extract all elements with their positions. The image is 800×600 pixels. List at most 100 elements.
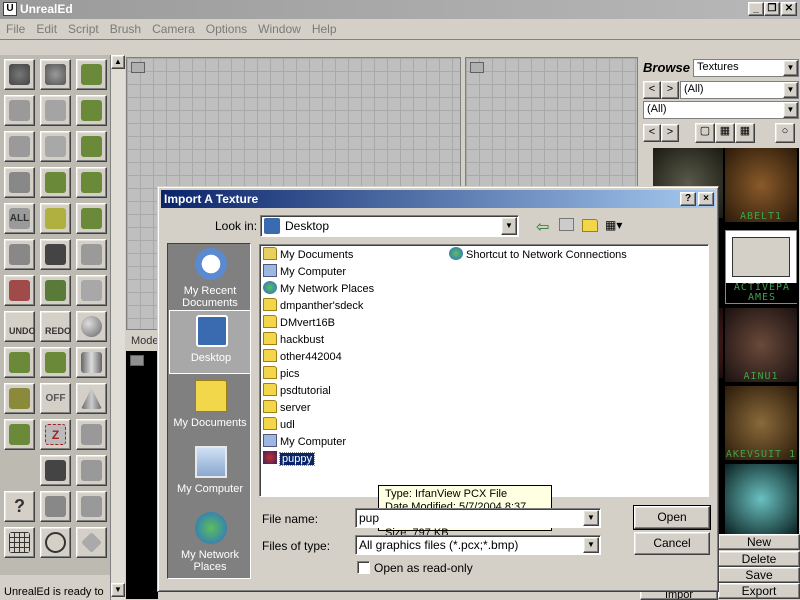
group-tool[interactable]	[40, 275, 71, 306]
face-drag-tool[interactable]	[76, 167, 107, 198]
chevron-down-icon[interactable]: ▼	[783, 60, 798, 76]
menu-file[interactable]: File	[0, 19, 30, 36]
list-item[interactable]: DMvert16B	[263, 315, 335, 331]
undo-button[interactable]: UNDO	[4, 311, 36, 342]
terrain-edit-tool[interactable]	[40, 347, 71, 378]
viewport-menu-icon[interactable]	[130, 355, 144, 366]
minimize-icon[interactable]: _	[748, 2, 764, 16]
viewport-perspective[interactable]	[126, 351, 158, 599]
cube-builder-tool[interactable]	[4, 131, 35, 162]
list-item[interactable]: My Computer	[263, 264, 346, 280]
view-grid-small-icon[interactable]: ▦	[735, 123, 755, 143]
snap-vertex-tool[interactable]	[4, 383, 35, 414]
prev-arrow-icon[interactable]: <	[643, 81, 661, 99]
place-my-computer[interactable]: My Computer	[169, 442, 251, 506]
place-my-recent-documents[interactable]: My Recent Documents	[169, 244, 251, 309]
brush-clip-tool[interactable]	[76, 131, 107, 162]
menu-edit[interactable]: Edit	[30, 19, 62, 36]
chevron-down-icon[interactable]: ▼	[583, 537, 599, 553]
restore-icon[interactable]: ❐	[764, 2, 780, 16]
cylinder-builder-tool[interactable]	[40, 131, 71, 162]
cancel-button[interactable]: Cancel	[634, 532, 710, 555]
place-my-network-places[interactable]: My Network Places	[169, 508, 251, 578]
file-type-select[interactable]: All graphics files (*.pcx;*.bmp) ▼	[355, 535, 601, 555]
toolbar-scrollbar[interactable]: ▲ ▼	[110, 55, 125, 600]
terrain-tool[interactable]	[76, 203, 107, 234]
cone-builder-tool[interactable]	[76, 383, 107, 414]
texture-thumb-selected[interactable]: ACTIVEPA AMES	[725, 230, 798, 304]
menu-camera[interactable]: Camera	[146, 19, 200, 36]
read-only-checkbox[interactable]	[357, 561, 370, 574]
chevron-down-icon[interactable]: ▼	[583, 510, 599, 526]
list-item[interactable]: server	[263, 400, 311, 416]
file-list[interactable]: My Documents My Computer My Network Plac…	[259, 244, 709, 497]
texture-pan-tool[interactable]	[40, 203, 71, 234]
linear-stair-tool[interactable]	[76, 455, 107, 486]
new-folder-icon[interactable]	[582, 219, 598, 232]
spiral-stair-tool[interactable]	[76, 491, 107, 522]
list-item[interactable]: hackbust	[263, 332, 324, 348]
save-texture-button[interactable]: Save	[718, 567, 800, 583]
cylinder-tool[interactable]	[76, 347, 107, 378]
staircase-builder-tool[interactable]	[76, 419, 107, 450]
redo-button[interactable]: REDO	[40, 311, 71, 342]
brush-rotate-tool[interactable]	[4, 95, 35, 126]
grid-tool[interactable]	[4, 527, 35, 558]
scroll-down-icon[interactable]: ▼	[111, 583, 125, 597]
menu-script[interactable]: Script	[62, 19, 104, 36]
sheet-builder-tool[interactable]	[4, 347, 35, 378]
texture-thumb[interactable]: AKEVSUIT 1	[725, 386, 797, 460]
box-brush-tool[interactable]	[76, 275, 107, 306]
list-item[interactable]: pics	[263, 366, 300, 382]
camera-zoom-tool[interactable]	[40, 59, 71, 90]
menu-help[interactable]: Help	[306, 19, 342, 36]
z-axis-button[interactable]: Z	[40, 419, 71, 450]
help-icon[interactable]: ?	[680, 192, 696, 206]
list-item[interactable]: dmpanther'sdeck	[263, 298, 363, 314]
sphere-builder-tool[interactable]	[76, 311, 107, 342]
prev-arrow-icon[interactable]: <	[643, 124, 661, 142]
view-menu-icon[interactable]: ▦▾	[605, 219, 627, 233]
new-texture-button[interactable]: New	[718, 534, 800, 550]
open-button[interactable]: Open	[633, 505, 711, 530]
menu-brush[interactable]: Brush	[104, 19, 146, 36]
plane-tool[interactable]	[76, 527, 107, 558]
chevron-down-icon[interactable]: ▼	[783, 82, 798, 98]
menu-window[interactable]: Window	[252, 19, 306, 36]
list-item[interactable]: udl	[263, 417, 295, 433]
grid-off-button[interactable]: OFF	[40, 383, 71, 414]
package-select[interactable]: (All) ▼	[680, 81, 799, 99]
brush-stretch-tool[interactable]	[76, 95, 107, 126]
next-arrow-icon[interactable]: >	[661, 81, 679, 99]
look-in-select[interactable]: Desktop ▼	[260, 215, 519, 237]
edge-tool[interactable]	[40, 455, 71, 486]
menu-options[interactable]: Options	[200, 19, 252, 36]
list-item[interactable]: other442004	[263, 349, 342, 365]
view-grid-icon[interactable]: ▦	[715, 123, 735, 143]
select-all-button[interactable]: ALL	[4, 203, 35, 234]
place-desktop[interactable]: Desktop	[169, 310, 251, 374]
list-item[interactable]: My Network Places	[263, 281, 374, 297]
up-folder-icon[interactable]	[559, 218, 574, 231]
brush-scale-tool[interactable]	[76, 59, 107, 90]
list-item-selected[interactable]: puppy	[263, 451, 315, 467]
vertex-edit-tool[interactable]	[4, 167, 35, 198]
close-icon[interactable]: ✕	[781, 2, 797, 16]
mesh-tool[interactable]	[76, 239, 107, 270]
delete-texture-button[interactable]: Delete	[718, 551, 800, 567]
deselect-tool[interactable]	[4, 239, 35, 270]
target-tool[interactable]	[40, 527, 71, 558]
texture-thumb[interactable]	[725, 464, 797, 534]
camera-move-tool[interactable]	[4, 59, 35, 90]
path-tool[interactable]	[4, 275, 35, 306]
help-tool[interactable]: ?	[4, 491, 35, 522]
chevron-down-icon[interactable]: ▼	[783, 102, 798, 118]
view-circle-icon[interactable]: ○	[775, 123, 795, 143]
ladder-tool[interactable]	[40, 491, 71, 522]
brush-shear-tool[interactable]	[40, 95, 71, 126]
chevron-down-icon[interactable]: ▼	[501, 217, 517, 235]
list-item[interactable]: Shortcut to Network Connections	[449, 247, 627, 263]
matrix-tool[interactable]	[40, 239, 71, 270]
pivot-tool[interactable]	[4, 419, 35, 450]
place-my-documents[interactable]: My Documents	[169, 376, 251, 440]
